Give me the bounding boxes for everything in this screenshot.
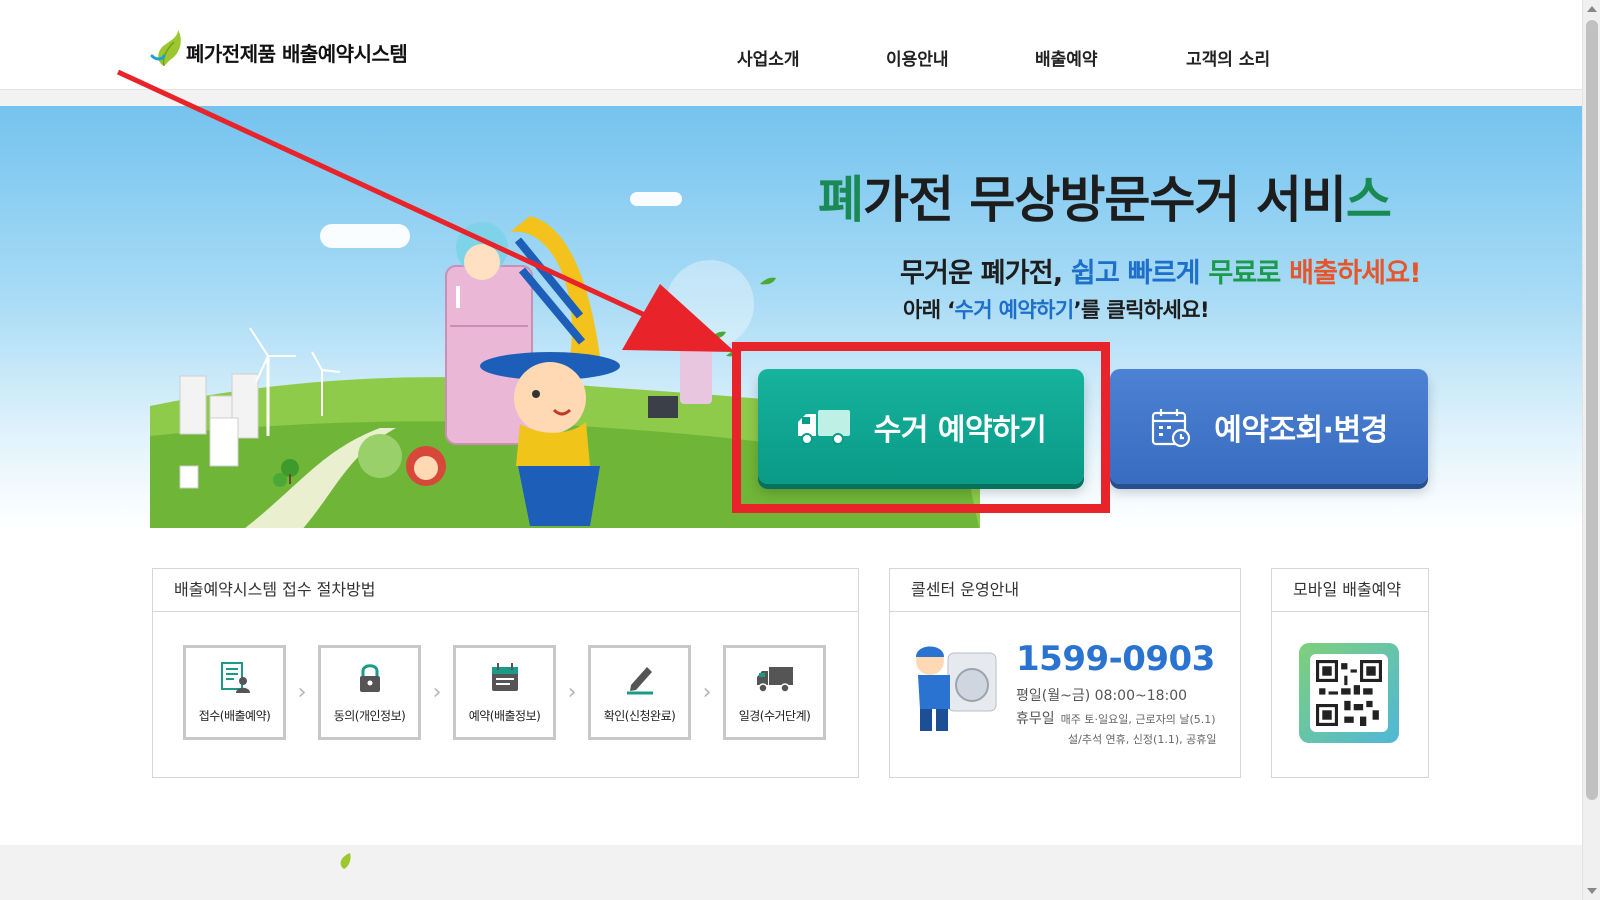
chevron-right-icon: › [432, 680, 442, 705]
callcenter-phone[interactable]: 1599-0903 [1016, 639, 1215, 679]
procedure-card-title: 배출예약시스템 접수 절차방법 [153, 569, 858, 612]
mobile-card: 모바일 배출예약 [1271, 568, 1429, 778]
procedure-step: 확인(신청완료) [588, 645, 691, 740]
procedure-card: 배출예약시스템 접수 절차방법 접수(배출예약) › 동의(개인정보) › 예약… [152, 568, 859, 778]
procedure-step-label: 예약(배출정보) [468, 709, 541, 723]
procedure-step: 동의(개인정보) [318, 645, 421, 740]
procedure-step: 일경(수거단계) [723, 645, 826, 740]
callcenter-card: 콜센터 운영안내 1599-0903 평일(월~금) 08:00~18:00 휴… [889, 568, 1241, 778]
truck-icon [755, 661, 795, 699]
callcenter-holiday-extra: 설/추석 연휴, 신정(1.1), 공휴일 [1068, 733, 1217, 746]
scroll-down-icon[interactable] [1587, 888, 1597, 894]
procedure-step: 예약(배출정보) [453, 645, 556, 740]
scroll-up-icon[interactable] [1587, 6, 1597, 12]
procedure-step-label: 확인(신청완료) [603, 709, 676, 723]
vertical-scrollbar[interactable] [1582, 0, 1600, 900]
delivery-worker-icon [908, 639, 1000, 743]
scroll-thumb[interactable] [1586, 20, 1598, 800]
pencil-icon [623, 661, 657, 699]
callcenter-holiday: 휴무일 매주 토·일요일, 근로자의 날(5.1) [1016, 711, 1216, 727]
lock-icon [353, 661, 387, 699]
callcenter-card-title: 콜센터 운영안내 [890, 569, 1240, 612]
mobile-card-title: 모바일 배출예약 [1272, 569, 1428, 612]
document-person-icon [218, 661, 252, 699]
procedure-step-label: 동의(개인정보) [333, 709, 406, 723]
site-footer [0, 845, 1582, 900]
leaf-logo-icon [338, 853, 352, 873]
callcenter-hours: 평일(월~금) 08:00~18:00 [1016, 688, 1188, 704]
qr-code-icon [1316, 660, 1382, 726]
qr-code[interactable] [1299, 643, 1399, 743]
procedure-step-label: 일경(수거단계) [738, 709, 811, 723]
procedure-step: 접수(배출예약) [183, 645, 286, 740]
calendar-note-icon [488, 661, 522, 699]
chevron-right-icon: › [297, 680, 307, 705]
procedure-step-label: 접수(배출예약) [198, 709, 271, 723]
chevron-right-icon: › [567, 680, 577, 705]
procedure-steps: 접수(배출예약) › 동의(개인정보) › 예약(배출정보) › 확인(신청완료… [183, 645, 826, 740]
chevron-right-icon: › [702, 680, 712, 705]
